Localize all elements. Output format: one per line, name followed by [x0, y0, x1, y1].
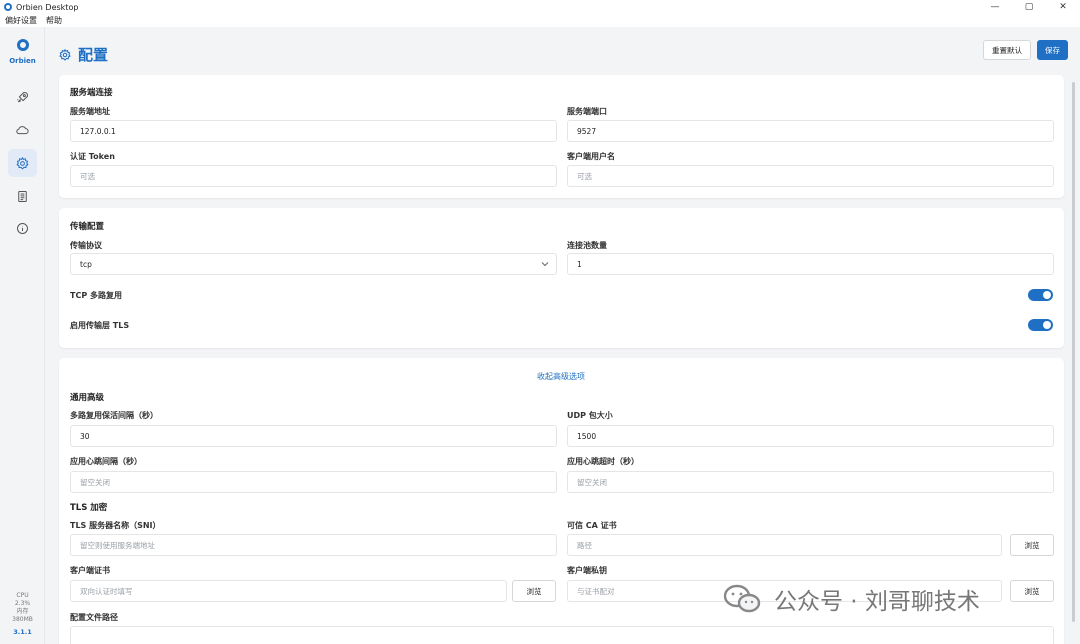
- logo-text: Orbien: [9, 57, 36, 65]
- client-username-label: 客户端用户名: [567, 152, 615, 161]
- client-cert-label: 客户端证书: [70, 566, 110, 575]
- document-icon: [18, 190, 27, 202]
- client-cert-input[interactable]: 双向认证时填写: [70, 580, 507, 602]
- chevron-down-icon: [541, 262, 549, 267]
- udp-size-label: UDP 包大小: [567, 411, 613, 420]
- nav-logs[interactable]: [8, 182, 37, 210]
- logo: Orbien: [0, 39, 45, 65]
- window-controls: — ▢ ✕: [978, 0, 1080, 14]
- watermark-text: 公众号 · 刘哥聊技术: [774, 589, 980, 615]
- page-header: 配置: [58, 44, 108, 65]
- ca-cert-browse-button[interactable]: 浏览: [1010, 534, 1054, 556]
- client-cert-browse-button[interactable]: 浏览: [512, 580, 556, 602]
- cpu-value: 2.3%: [14, 600, 31, 607]
- rocket-icon: [17, 91, 28, 102]
- auth-token-input[interactable]: 可选: [70, 165, 557, 187]
- pool-size-input[interactable]: 1: [567, 253, 1054, 275]
- section-title-general-advanced: 通用高级: [70, 393, 105, 403]
- maximize-button[interactable]: ▢: [1012, 0, 1046, 14]
- close-button[interactable]: ✕: [1046, 0, 1080, 14]
- heartbeat-interval-label: 应用心跳间隔（秒）: [70, 457, 142, 466]
- tcp-mux-label: TCP 多路复用: [70, 291, 122, 300]
- gear-icon: [59, 48, 71, 61]
- tcp-mux-toggle[interactable]: [1028, 289, 1053, 301]
- section-title-transport: 传输配置: [70, 222, 105, 232]
- heartbeat-timeout-input[interactable]: 留空关闭: [567, 471, 1054, 493]
- heartbeat-timeout-label: 应用心跳超时（秒）: [567, 457, 639, 466]
- section-title-server: 服务端连接: [70, 88, 113, 98]
- sni-input[interactable]: 留空则使用服务端地址: [70, 534, 557, 556]
- tls-enable-toggle[interactable]: [1028, 319, 1053, 331]
- udp-size-input[interactable]: 1500: [567, 425, 1054, 447]
- memory-value: 380MB: [12, 616, 33, 623]
- gear-icon: [16, 156, 29, 170]
- watermark: 公众号 · 刘哥聊技术: [722, 582, 980, 616]
- client-key-label: 客户端私钥: [567, 566, 607, 575]
- client-key-browse-button[interactable]: 浏览: [1010, 580, 1054, 602]
- sidebar: Orbien CPU 2.3% 内存 380MB 3.1.1: [0, 27, 45, 644]
- scrollbar[interactable]: [1072, 82, 1075, 622]
- collapse-advanced-link[interactable]: 收起高级选项: [537, 371, 585, 382]
- section-title-tls: TLS 加密: [70, 503, 108, 513]
- nav-cloud[interactable]: [8, 116, 37, 144]
- cpu-label: CPU: [16, 592, 29, 599]
- app-icon: [4, 3, 12, 11]
- sni-label: TLS 服务器名称（SNI）: [70, 521, 161, 530]
- protocol-label: 传输协议: [70, 241, 102, 250]
- transport-card: 传输配置 传输协议 tcp 连接池数量 1 TCP 多路复用 启用传输层 TLS: [59, 208, 1064, 348]
- menu-prefs[interactable]: 偏好设置: [5, 15, 37, 26]
- menu-bar: 偏好设置 帮助: [0, 14, 1080, 27]
- config-path-label: 配置文件路径: [70, 613, 118, 622]
- system-stats: CPU 2.3% 内存 380MB 3.1.1: [0, 592, 45, 636]
- pool-size-label: 连接池数量: [567, 241, 607, 250]
- info-icon: [17, 222, 28, 234]
- reset-defaults-button[interactable]: 重置默认: [983, 40, 1031, 60]
- protocol-select[interactable]: tcp: [70, 253, 557, 275]
- server-address-label: 服务端地址: [70, 107, 110, 116]
- nav-launch[interactable]: [8, 83, 37, 111]
- client-username-input[interactable]: 可选: [567, 165, 1054, 187]
- auth-token-label: 认证 Token: [70, 152, 115, 161]
- minimize-button[interactable]: —: [978, 0, 1012, 14]
- window-title: Orbien Desktop: [16, 2, 79, 12]
- page-title: 配置: [78, 46, 109, 64]
- ca-cert-input[interactable]: 路径: [567, 534, 1002, 556]
- tls-enable-label: 启用传输层 TLS: [70, 321, 130, 330]
- keepalive-input[interactable]: 30: [70, 425, 557, 447]
- protocol-select-value: tcp: [80, 259, 92, 269]
- config-path-input[interactable]: [70, 626, 1054, 644]
- server-port-label: 服务端端口: [567, 107, 607, 116]
- server-port-input[interactable]: 9527: [567, 120, 1054, 142]
- menu-help[interactable]: 帮助: [46, 15, 62, 26]
- server-connection-card: 服务端连接 服务端地址 127.0.0.1 服务端端口 9527 认证 Toke…: [59, 75, 1064, 198]
- version-label: 3.1.1: [13, 628, 32, 636]
- wechat-icon: [723, 584, 761, 613]
- server-address-input[interactable]: 127.0.0.1: [70, 120, 557, 142]
- nav-about[interactable]: [8, 214, 37, 242]
- ca-cert-label: 可信 CA 证书: [567, 521, 617, 530]
- orbien-logo-icon: [16, 39, 29, 51]
- nav-settings[interactable]: [8, 149, 37, 177]
- title-bar: Orbien Desktop — ▢ ✕: [0, 0, 1080, 14]
- save-button[interactable]: 保存: [1037, 40, 1068, 60]
- memory-label: 内存: [16, 608, 29, 615]
- heartbeat-interval-input[interactable]: 留空关闭: [70, 471, 557, 493]
- keepalive-label: 多路复用保活间隔（秒）: [70, 411, 158, 420]
- cloud-icon: [16, 125, 29, 134]
